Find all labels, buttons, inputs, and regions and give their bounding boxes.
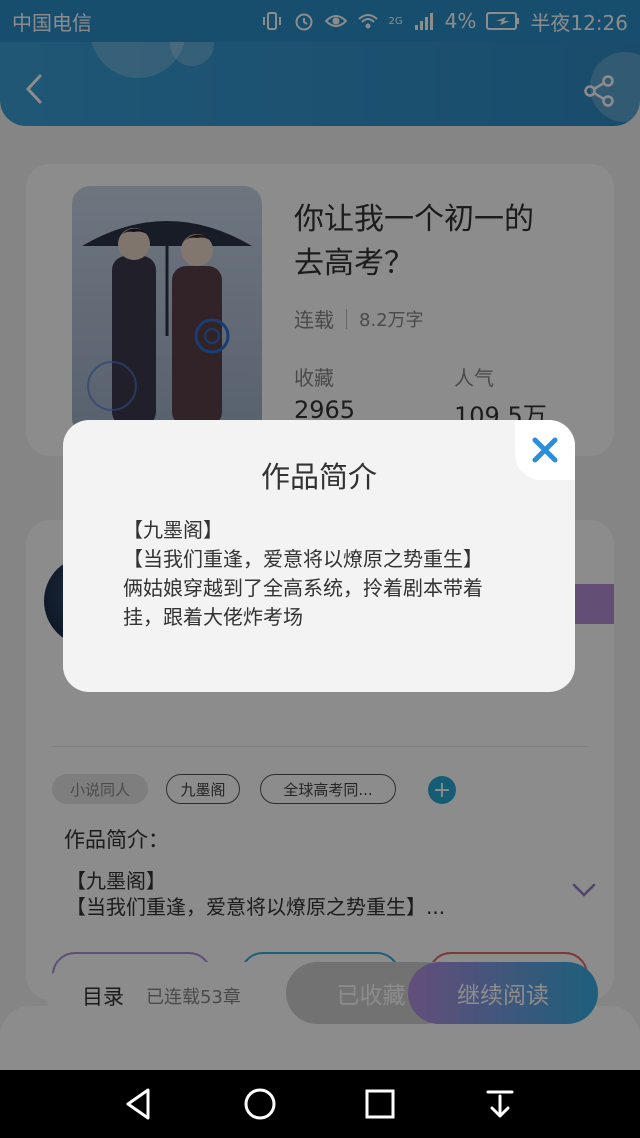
modal-line: 【当我们重逢，爱意将以燎原之势重生】 — [123, 547, 483, 571]
close-icon — [532, 437, 558, 463]
nav-back-icon[interactable] — [118, 1084, 158, 1124]
nav-notification-icon[interactable] — [480, 1084, 520, 1124]
nav-recents-icon[interactable] — [360, 1084, 400, 1124]
modal-title: 作品简介 — [260, 460, 377, 494]
intro-modal: 作品简介 【九墨阁】 【当我们重逢，爱意将以燎原之势重生】 俩姑娘穿越到了全高系… — [63, 420, 575, 692]
modal-line: 俩姑娘穿越到了全高系统，拎着剧本带着 — [123, 576, 483, 600]
nav-home-icon[interactable] — [240, 1084, 280, 1124]
modal-line: 挂，跟着大佬炸考场 — [123, 605, 303, 629]
modal-line: 【九墨阁】 — [123, 518, 223, 542]
modal-body: 【九墨阁】 【当我们重逢，爱意将以燎原之势重生】 俩姑娘穿越到了全高系统，拎着剧… — [123, 516, 543, 632]
close-button[interactable] — [515, 420, 575, 480]
system-nav-bar — [0, 1070, 640, 1138]
